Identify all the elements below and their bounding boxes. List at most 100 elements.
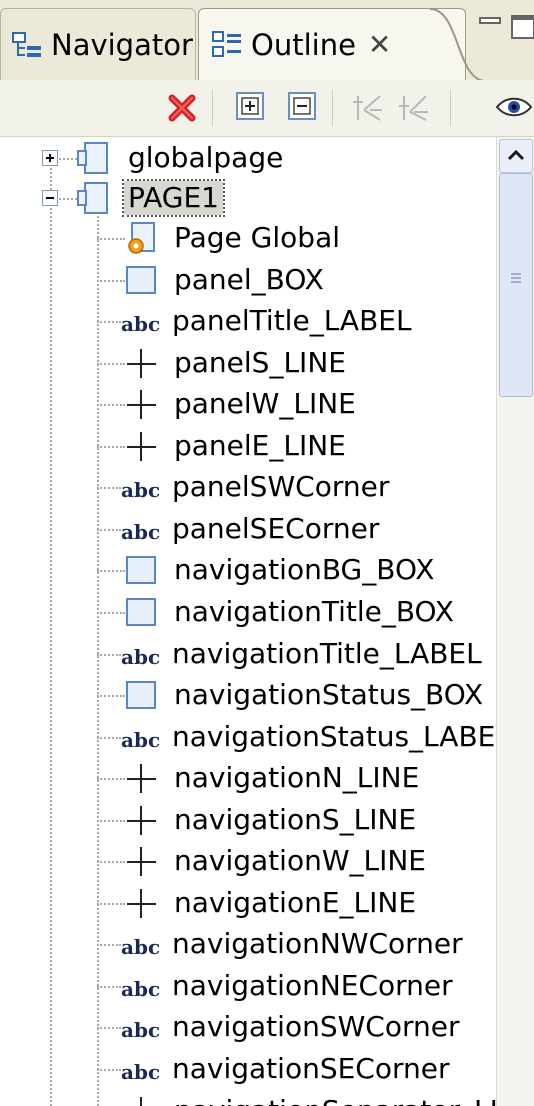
- svg-text:abc: abc: [121, 645, 160, 669]
- move-up-icon[interactable]: [350, 90, 384, 124]
- outline-icon: [212, 30, 241, 57]
- tree-node[interactable]: navigationN_LINE: [0, 757, 496, 799]
- tree-node-label: navigationW_LINE: [174, 844, 426, 877]
- vertical-scrollbar[interactable]: [496, 137, 534, 1106]
- outline-tree: globalpage PAGE1 Page Global panel_BOXabc…: [0, 137, 496, 1106]
- tree-node[interactable]: abc navigationNECorner: [0, 965, 496, 1007]
- tree-connector: [97, 778, 125, 780]
- tree-node[interactable]: panelS_LINE: [0, 342, 496, 384]
- tree-node[interactable]: abc panelSWCorner: [0, 466, 496, 508]
- tree-connector: [97, 654, 121, 656]
- tree-node[interactable]: panel_BOX: [0, 259, 496, 301]
- tree-node[interactable]: navigationSeparator_LINE: [0, 1090, 496, 1106]
- tree-node-page1[interactable]: PAGE1: [0, 175, 496, 217]
- tree-node-label: panelSWCorner: [172, 470, 390, 503]
- move-down-icon[interactable]: [396, 90, 430, 124]
- tree-node-label: globalpage: [128, 141, 284, 174]
- tree-connector: [97, 280, 125, 282]
- tree-node[interactable]: abc navigationSWCorner: [0, 1006, 496, 1048]
- view-icon[interactable]: [494, 90, 534, 124]
- line-icon: [127, 764, 156, 793]
- tree-node-label: navigationTitle_BOX: [174, 595, 454, 628]
- page-icon: [77, 182, 108, 214]
- grip-icon: [511, 273, 521, 283]
- tree-connector: [97, 986, 121, 988]
- tree-node[interactable]: abc navigationStatus_LABEL: [0, 716, 496, 758]
- tree-connector: [97, 487, 121, 489]
- tree-node[interactable]: Page Global: [0, 217, 496, 259]
- tree-node[interactable]: abc panelTitle_LABEL: [0, 300, 496, 342]
- tree-node[interactable]: navigationE_LINE: [0, 882, 496, 924]
- tree-node[interactable]: abc navigationNWCorner: [0, 923, 496, 965]
- scrollbar-thumb[interactable]: [499, 173, 533, 397]
- scroll-up-button[interactable]: [499, 139, 533, 173]
- tab-navigator[interactable]: Navigator: [0, 8, 196, 80]
- tree-node-label: navigationNECorner: [172, 969, 453, 1002]
- delete-icon[interactable]: [166, 90, 200, 124]
- tree-node-label: panel_BOX: [174, 263, 324, 296]
- tree-connector: [97, 529, 121, 531]
- close-icon[interactable]: ✕: [368, 28, 391, 61]
- label-icon: abc: [121, 645, 160, 669]
- tree-node-label: navigationStatus_LABEL: [172, 720, 496, 753]
- tab-outline[interactable]: Outline ✕: [198, 8, 466, 80]
- tab-navigator-label: Navigator: [51, 27, 193, 62]
- tree-node-globalpage[interactable]: globalpage: [0, 137, 496, 179]
- tree-node[interactable]: panelE_LINE: [0, 425, 496, 467]
- expand-icon[interactable]: [42, 150, 58, 166]
- tree-node-label: panelTitle_LABEL: [172, 304, 412, 337]
- svg-text:abc: abc: [121, 728, 160, 752]
- label-icon: abc: [121, 520, 160, 544]
- toolbar-separator: [450, 90, 451, 126]
- svg-text:abc: abc: [121, 1060, 160, 1084]
- tree-connector: [97, 404, 125, 406]
- tree-node[interactable]: navigationBG_BOX: [0, 549, 496, 591]
- box-icon: [126, 266, 156, 294]
- tree-node-label: PAGE1: [122, 179, 225, 217]
- tree-connector: [97, 861, 125, 863]
- label-icon: abc: [121, 1060, 160, 1084]
- tree-node-label: navigationE_LINE: [174, 886, 417, 919]
- tree-node-label: panelS_LINE: [174, 346, 346, 379]
- tree-node-label: navigationSeparator_LINE: [174, 1094, 496, 1106]
- collapse-all-icon[interactable]: [286, 90, 320, 124]
- tree-node[interactable]: navigationStatus_BOX: [0, 674, 496, 716]
- tree-node-label: navigationNWCorner: [172, 927, 463, 960]
- tree-connector: [97, 1069, 121, 1071]
- tree-node-label: panelW_LINE: [174, 387, 356, 420]
- label-icon: abc: [121, 977, 160, 1001]
- tab-outline-label: Outline: [251, 27, 356, 62]
- tree-connector: [97, 321, 121, 323]
- tree-node[interactable]: abc panelSECorner: [0, 508, 496, 550]
- collapse-icon[interactable]: [42, 190, 58, 206]
- expand-all-icon[interactable]: [234, 90, 268, 124]
- box-icon: [126, 556, 156, 584]
- tree-node-label: navigationSECorner: [172, 1052, 450, 1085]
- tree-node-label: panelE_LINE: [174, 429, 346, 462]
- toolbar-separator: [332, 90, 333, 126]
- minimize-icon[interactable]: [476, 14, 506, 40]
- tree-node-label: navigationS_LINE: [174, 803, 417, 836]
- svg-text:abc: abc: [121, 935, 160, 959]
- tree-connector: [59, 158, 77, 160]
- label-icon: abc: [121, 1018, 160, 1042]
- tree-connector: [97, 903, 125, 905]
- label-icon: abc: [121, 478, 160, 502]
- line-icon: [127, 889, 156, 918]
- tree-node[interactable]: navigationTitle_BOX: [0, 591, 496, 633]
- tree-node[interactable]: abc navigationTitle_LABEL: [0, 633, 496, 675]
- svg-text:abc: abc: [121, 1018, 160, 1042]
- tree-connector: [97, 363, 125, 365]
- tree-node[interactable]: abc navigationSECorner: [0, 1048, 496, 1090]
- line-icon: [127, 806, 156, 835]
- tree-node[interactable]: navigationW_LINE: [0, 840, 496, 882]
- outline-toolbar: [0, 80, 534, 137]
- maximize-icon[interactable]: [508, 14, 534, 40]
- svg-text:abc: abc: [121, 478, 160, 502]
- toolbar-separator: [212, 90, 213, 126]
- tree-node[interactable]: navigationS_LINE: [0, 799, 496, 841]
- tree-node[interactable]: panelW_LINE: [0, 383, 496, 425]
- chevron-up-icon: [507, 149, 525, 161]
- page-icon: [77, 142, 108, 174]
- tree-connector: [97, 695, 125, 697]
